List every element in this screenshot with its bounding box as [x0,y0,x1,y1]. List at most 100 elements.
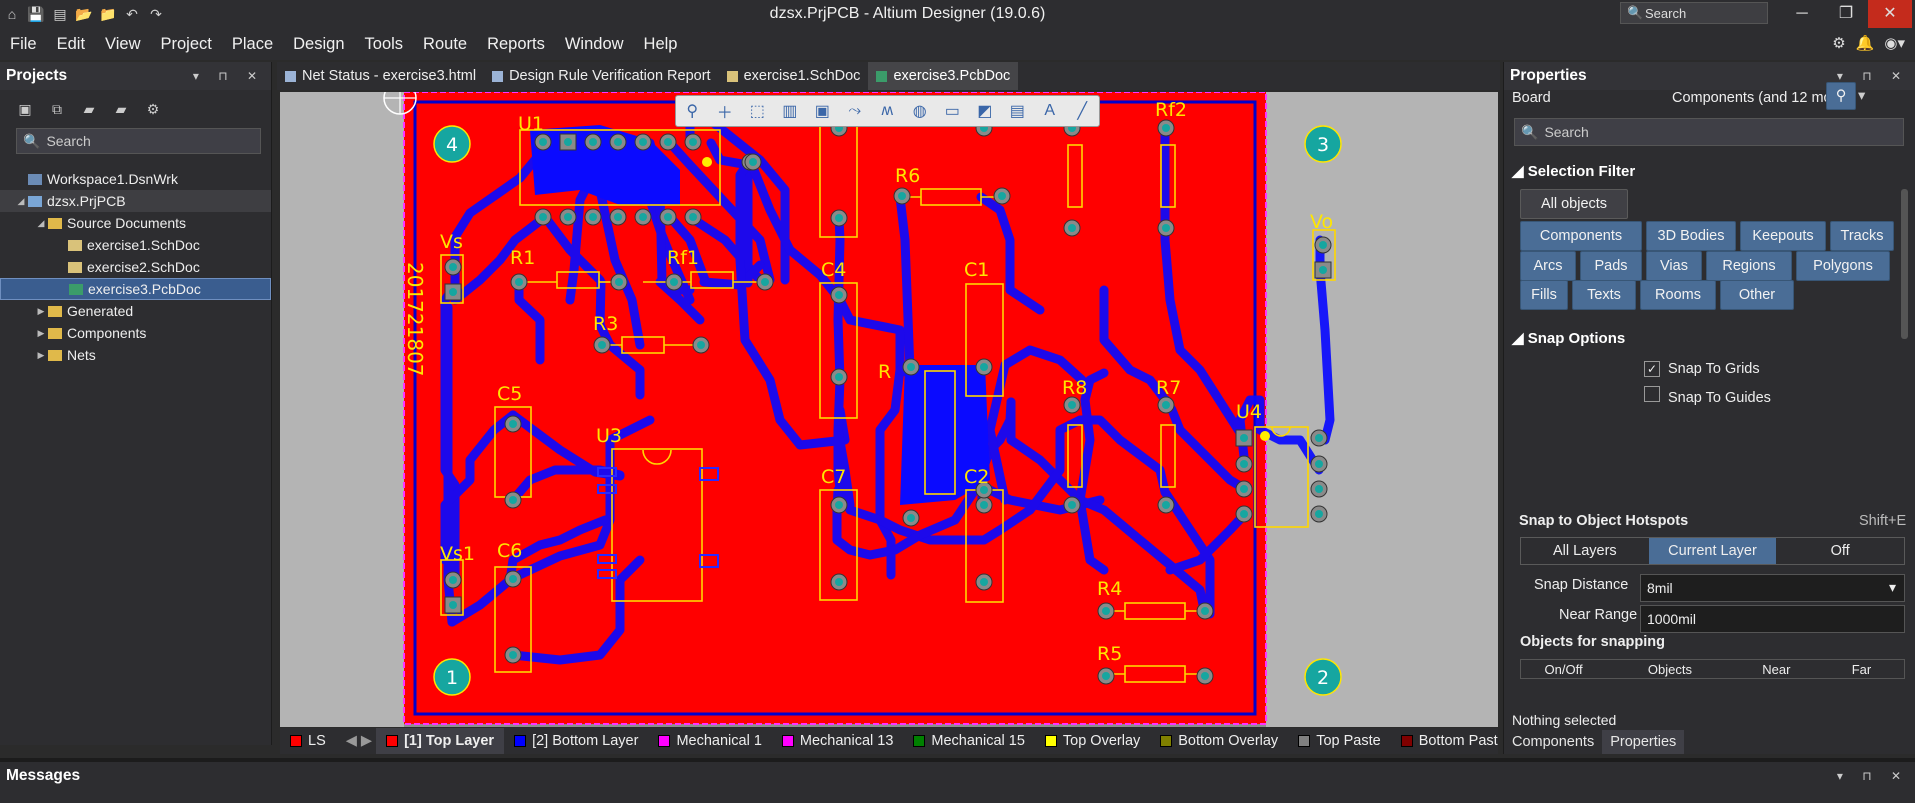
panel-controls[interactable]: ▾ ⊓ ✕ [1837,769,1909,783]
expand-arrow-icon[interactable]: ◢ [34,218,48,229]
menu-place[interactable]: Place [222,28,283,60]
filter-toggle-icon[interactable]: ⚲ [1826,82,1856,110]
filter-button[interactable]: Arcs [1520,251,1576,281]
open-folder-icon[interactable]: ▰ [78,101,100,118]
panel-controls[interactable]: ▾ ⊓ ✕ [1837,69,1909,83]
route-icon[interactable]: ⤳ [839,102,872,120]
filter-button[interactable]: Pads [1580,251,1642,281]
col-far[interactable]: Far [1819,660,1904,678]
current-layer-option[interactable]: Current Layer [1648,538,1777,564]
filter-button[interactable]: Polygons [1796,251,1890,281]
menu-file[interactable]: File [0,28,47,60]
projects-search-input[interactable]: 🔍 Search [16,128,261,154]
col-near[interactable]: Near [1734,660,1819,678]
layer-tab[interactable]: Mechanical 15 [903,728,1035,754]
tree-item[interactable]: exercise2.SchDoc [0,256,271,278]
all-objects-button[interactable]: All objects [1520,189,1628,219]
document-tab[interactable]: exercise1.SchDoc [719,62,869,90]
document-tab[interactable]: exercise3.PcbDoc [868,62,1019,90]
component-icon[interactable]: ▣ [806,101,839,121]
layer-tab[interactable]: Bottom Overlay [1150,728,1288,754]
diff-pair-icon[interactable]: ʍ [871,102,904,120]
filter-dropdown-icon[interactable]: ▾ [1858,88,1865,104]
via-icon[interactable]: ◍ [904,101,937,121]
filter-button[interactable]: Tracks [1830,221,1894,251]
layer-tab[interactable]: LS ◀ ▶ [280,728,376,754]
title-search-box[interactable]: 🔍 Search [1620,2,1768,24]
components-panel-tab[interactable]: Components [1504,730,1602,754]
layer-tab[interactable]: Mechanical 13 [772,728,904,754]
minimize-button[interactable]: ─ [1780,0,1824,28]
layer-tab[interactable]: Bottom Past [1391,728,1498,754]
filter-button[interactable]: Texts [1572,280,1636,310]
col-onoff[interactable]: On/Off [1521,660,1606,678]
polygon-icon[interactable]: ▭ [936,101,969,121]
menu-tools[interactable]: Tools [355,28,414,60]
properties-scrollbar[interactable] [1901,189,1908,339]
menu-project[interactable]: Project [151,28,222,60]
expand-arrow-icon[interactable]: ◢ [14,196,28,207]
maximize-button[interactable]: ❐ [1824,0,1868,28]
menu-design[interactable]: Design [283,28,354,60]
properties-panel-tab[interactable]: Properties [1602,730,1685,754]
project-options-icon[interactable]: ▰ [110,101,132,118]
document-tab[interactable]: Net Status - exercise3.html [277,62,484,90]
tree-item[interactable]: ▶ Components [0,322,271,344]
tree-item[interactable]: Workspace1.DsnWrk [0,168,271,190]
layer-tab[interactable]: Mechanical 1 [648,728,771,754]
document-tab[interactable]: Design Rule Verification Report [484,62,719,90]
tree-item[interactable]: exercise1.SchDoc [0,234,271,256]
close-button[interactable]: ✕ [1868,0,1912,28]
snap-guides-checkbox[interactable] [1644,386,1660,402]
filter-button[interactable]: Rooms [1640,280,1716,310]
filter-button[interactable]: Regions [1706,251,1792,281]
filter-button[interactable]: Keepouts [1740,221,1826,251]
tree-item[interactable]: exercise3.PcbDoc [0,278,271,300]
dimension-icon[interactable]: ▤ [1001,101,1034,121]
snap-distance-select[interactable]: 8mil ▾ [1640,574,1905,602]
filter-button[interactable]: 3D Bodies [1646,221,1736,251]
compile-icon[interactable]: ⧉ [46,101,68,118]
filter-button[interactable]: Vias [1646,251,1702,281]
layer-nav-arrows[interactable]: ◀ ▶ [346,733,372,749]
filter-button[interactable]: Fills [1520,280,1568,310]
crosshair-icon[interactable]: ＋ [709,99,742,123]
project-settings-icon[interactable]: ⚙ [142,101,164,118]
filter-button[interactable]: Components [1520,221,1642,251]
menu-window[interactable]: Window [555,28,634,60]
menu-help[interactable]: Help [634,28,688,60]
tree-item[interactable]: ◢ dzsx.PrjPCB [0,190,271,212]
off-option[interactable]: Off [1776,538,1904,564]
tree-item[interactable]: ◢ Source Documents [0,212,271,234]
select-rect-icon[interactable]: ⬚ [741,101,774,121]
layer-tab[interactable]: [1] Top Layer [376,728,505,754]
layer-tab[interactable]: [2] Bottom Layer [504,728,648,754]
snap-to-grids-row[interactable]: ✓ Snap To Grids [1644,361,1760,377]
keepout-icon[interactable]: ◩ [969,101,1002,121]
properties-search-input[interactable]: 🔍 Search [1514,118,1904,146]
expand-arrow-icon[interactable]: ▶ [34,328,48,339]
tree-item[interactable]: ▶ Nets [0,344,271,366]
filter-button[interactable]: Other [1720,280,1794,310]
panel-controls[interactable]: ▾ ⊓ ✕ [193,69,265,83]
snap-to-guides-row[interactable]: Snap To Guides [1644,386,1771,406]
expand-arrow-icon[interactable]: ▶ [34,306,48,317]
menu-edit[interactable]: Edit [47,28,95,60]
settings-gear-icon[interactable]: ⚙ [1832,34,1845,52]
menu-view[interactable]: View [95,28,150,60]
line-icon[interactable]: ╱ [1066,101,1099,121]
filter-icon[interactable]: ⚲ [676,101,709,121]
expand-arrow-icon[interactable]: ▶ [34,350,48,361]
notifications-bell-icon[interactable]: 🔔 [1856,34,1875,52]
menu-route[interactable]: Route [413,28,477,60]
pcb-canvas[interactable]: 4 3 1 2 U1 Rf2 R6 Vo Vs R1 Rf1 C4 C1 R3 R C5 U3 R8 R7 U4 C7… [280,92,1498,727]
save-project-icon[interactable]: ▣ [14,101,36,118]
selection-filter-title[interactable]: ◢ Selection Filter [1504,158,1635,184]
snap-options-title[interactable]: ◢ Snap Options [1504,325,1625,351]
menu-reports[interactable]: Reports [477,28,555,60]
tree-item[interactable]: ▶ Generated [0,300,271,322]
all-layers-option[interactable]: All Layers [1521,538,1649,564]
col-objects[interactable]: Objects [1606,660,1734,678]
pcb-workspace[interactable]: 4 3 1 2 U1 Rf2 R6 Vo Vs R1 Rf1 C4 C1 R3 R C5 U3 R8 R7 U4 C7… [280,92,1498,727]
user-account-icon[interactable]: ◉▾ [1884,34,1905,52]
